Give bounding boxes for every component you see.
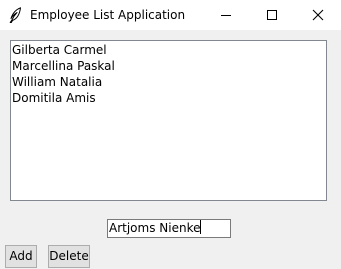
feather-icon xyxy=(8,7,22,24)
close-button[interactable] xyxy=(295,0,341,30)
employee-name-value: Artjoms Nienke xyxy=(109,221,201,235)
maximize-button[interactable] xyxy=(249,0,295,30)
list-item[interactable]: Gilberta Carmel xyxy=(12,42,326,58)
close-icon xyxy=(312,9,324,21)
list-item[interactable]: William Natalia xyxy=(12,74,326,90)
list-item[interactable]: Marcellina Paskal xyxy=(12,58,326,74)
list-item[interactable]: Domitila Amis xyxy=(12,90,326,106)
employee-name-input[interactable]: Artjoms Nienke xyxy=(107,219,231,238)
add-button[interactable]: Add xyxy=(5,245,37,268)
minimize-button[interactable] xyxy=(203,0,249,30)
employee-listbox[interactable]: Gilberta Carmel Marcellina Paskal Willia… xyxy=(10,40,327,201)
app-window: Employee List Application Gilberta Carme… xyxy=(0,0,341,269)
maximize-icon xyxy=(267,10,277,20)
delete-button[interactable]: Delete xyxy=(48,245,90,268)
text-caret xyxy=(200,220,202,234)
minimize-icon xyxy=(221,15,231,16)
title-bar[interactable]: Employee List Application xyxy=(0,0,341,30)
window-title: Employee List Application xyxy=(30,8,186,22)
